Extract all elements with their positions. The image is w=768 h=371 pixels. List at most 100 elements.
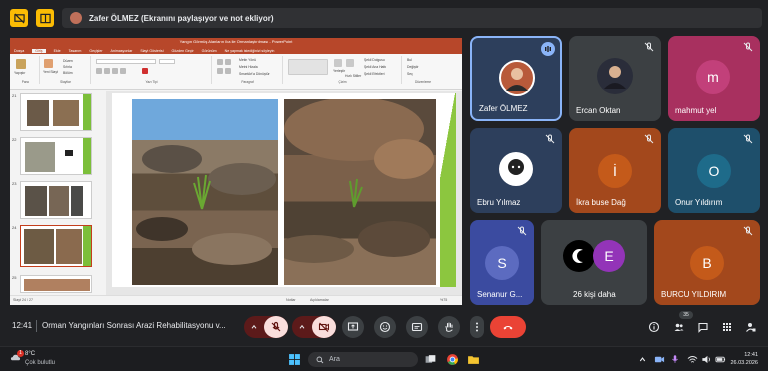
paste-icon[interactable] [16, 59, 26, 69]
comments-button[interactable]: Açıklamalar [310, 298, 329, 302]
participant-tile[interactable]: İ İkra buse Dağ [569, 128, 661, 213]
thumbnail-row[interactable]: 21 [10, 93, 104, 133]
zoom-level[interactable]: %75 [440, 298, 447, 302]
ribbon-item[interactable]: Yeni Slayt [43, 70, 58, 74]
ribbon-tab[interactable]: Görünüm [202, 49, 217, 53]
people-button[interactable] [668, 316, 690, 338]
ribbon-tab[interactable]: Ekle [54, 49, 61, 53]
windows-start-icon[interactable] [288, 353, 301, 366]
font-name-field[interactable] [96, 59, 156, 64]
ribbon-item[interactable]: Yerleştir [333, 69, 345, 73]
slide-thumbnail[interactable] [20, 137, 92, 175]
mic-toggle-button[interactable] [264, 316, 288, 338]
avatar-initial: B [702, 255, 712, 271]
ribbon-tab[interactable]: Gözden Geçir [172, 49, 194, 53]
participant-tile[interactable]: Ebru Yılmaz [470, 128, 562, 213]
camera-control[interactable] [292, 316, 336, 338]
annotate-button[interactable] [36, 9, 54, 27]
meet-tray-icon[interactable] [654, 354, 665, 365]
chevron-up-icon[interactable] [638, 355, 647, 364]
ribbon-item[interactable]: SmartArt'a Dönüştür [239, 72, 270, 76]
arrange-icon[interactable] [334, 59, 342, 67]
ribbon-tab[interactable]: Animasyonlar [111, 49, 133, 53]
participant-name: Zafer ÖLMEZ [479, 104, 528, 113]
meeting-details-button[interactable] [643, 316, 665, 338]
ribbon-item[interactable]: Şekil Ana Hattı [364, 65, 386, 69]
battery-icon[interactable] [715, 354, 726, 365]
ribbon-item[interactable]: Bölüm [63, 71, 73, 75]
ribbon-tab[interactable]: Geçişler [89, 49, 102, 53]
mic-off-icon [743, 42, 753, 52]
captions-button[interactable] [406, 316, 428, 338]
font-color-icon[interactable] [142, 68, 148, 74]
chat-button[interactable] [692, 316, 714, 338]
italic-icon[interactable] [104, 68, 110, 74]
ribbon-tab[interactable]: Slayt Gösterisi [140, 49, 163, 53]
wifi-icon[interactable] [687, 354, 698, 365]
new-slide-icon[interactable] [44, 59, 53, 68]
ribbon-item[interactable]: Şekil Dolgusu [364, 58, 385, 62]
participant-tile[interactable]: Ercan Oktan [569, 36, 661, 121]
thumbnail-row[interactable]: 22 [10, 137, 104, 177]
ribbon-item[interactable]: Sıfırla [63, 65, 72, 69]
avatar: B [690, 246, 724, 280]
stop-presenting-button[interactable] [10, 9, 28, 27]
chevron-up-icon[interactable] [250, 323, 258, 331]
microphone-icon[interactable] [670, 354, 680, 364]
ribbon-item[interactable]: Yapıştır [14, 71, 25, 75]
taskbar-search[interactable]: Ara [308, 352, 418, 367]
ribbon-item[interactable]: Metin Yönü [239, 58, 256, 62]
font-size-field[interactable] [159, 59, 175, 64]
taskbar-clock[interactable]: 12:41 26.03.2026 [730, 351, 758, 367]
camera-toggle-button[interactable] [312, 316, 336, 338]
shapes-gallery[interactable] [288, 59, 328, 75]
ribbon-item[interactable]: Düzen [63, 59, 73, 63]
participant-tile[interactable]: O Onur Yıldırım [668, 128, 760, 213]
more-options-button[interactable] [470, 316, 484, 338]
numbering-icon[interactable] [225, 59, 231, 65]
ribbon-tab[interactable]: Tasarım [69, 49, 82, 53]
bold-icon[interactable] [96, 68, 102, 74]
ribbon-item[interactable]: Hızlı Stiller [345, 74, 361, 78]
host-controls-button[interactable] [740, 316, 762, 338]
bullets-icon[interactable] [217, 59, 223, 65]
mic-control[interactable] [244, 316, 288, 338]
thumbnail-row[interactable]: 25 [10, 275, 104, 295]
align-center-icon[interactable] [225, 68, 231, 74]
ribbon-item[interactable]: Değiştir [407, 65, 419, 69]
slide-thumbnail[interactable] [20, 275, 92, 293]
ribbon-tell-me[interactable]: Ne yapmak istediğinizi söyleyin [225, 49, 275, 53]
participant-tile[interactable]: m mahmut yel [668, 36, 760, 121]
thumbnail-row[interactable]: 23 [10, 181, 104, 221]
participant-tile[interactable]: Zafer ÖLMEZ [470, 36, 562, 121]
ribbon-item[interactable]: Metni Hizala [239, 65, 258, 69]
more-participants-tile[interactable]: E 26 kişi daha [541, 220, 647, 305]
reactions-button[interactable] [374, 316, 396, 338]
leave-call-button[interactable] [490, 316, 526, 338]
participant-tile[interactable]: S Senanur G... [470, 220, 534, 305]
chrome-icon[interactable] [446, 353, 459, 366]
slide-thumbnail-selected[interactable] [20, 225, 92, 267]
align-left-icon[interactable] [217, 68, 223, 74]
notes-button[interactable]: Notlar [286, 298, 296, 302]
present-button[interactable] [342, 316, 364, 338]
slide-thumbnail[interactable] [20, 181, 92, 219]
thumbnail-row-selected[interactable]: 24 [10, 225, 104, 269]
strikethrough-icon[interactable] [120, 68, 126, 74]
ribbon-tab-active[interactable]: Giriş [32, 48, 46, 53]
ribbon-tab[interactable]: Dosya [14, 49, 24, 53]
ribbon-item[interactable]: Seç [407, 72, 413, 76]
file-explorer-icon[interactable] [467, 353, 480, 366]
task-view-icon[interactable] [424, 353, 437, 366]
slide-thumbnail[interactable] [20, 93, 92, 131]
raise-hand-button[interactable] [438, 316, 460, 338]
ribbon-item[interactable]: Şekil Efektleri [364, 72, 385, 76]
underline-icon[interactable] [112, 68, 118, 74]
volume-icon[interactable] [701, 354, 712, 365]
current-slide[interactable] [112, 93, 456, 287]
ribbon-item[interactable]: Bul [407, 58, 412, 62]
participant-tile[interactable]: B BURCU YILDIRIM [654, 220, 760, 305]
quick-styles-icon[interactable] [346, 59, 354, 67]
activities-button[interactable] [716, 316, 738, 338]
chevron-up-icon[interactable] [298, 323, 306, 331]
